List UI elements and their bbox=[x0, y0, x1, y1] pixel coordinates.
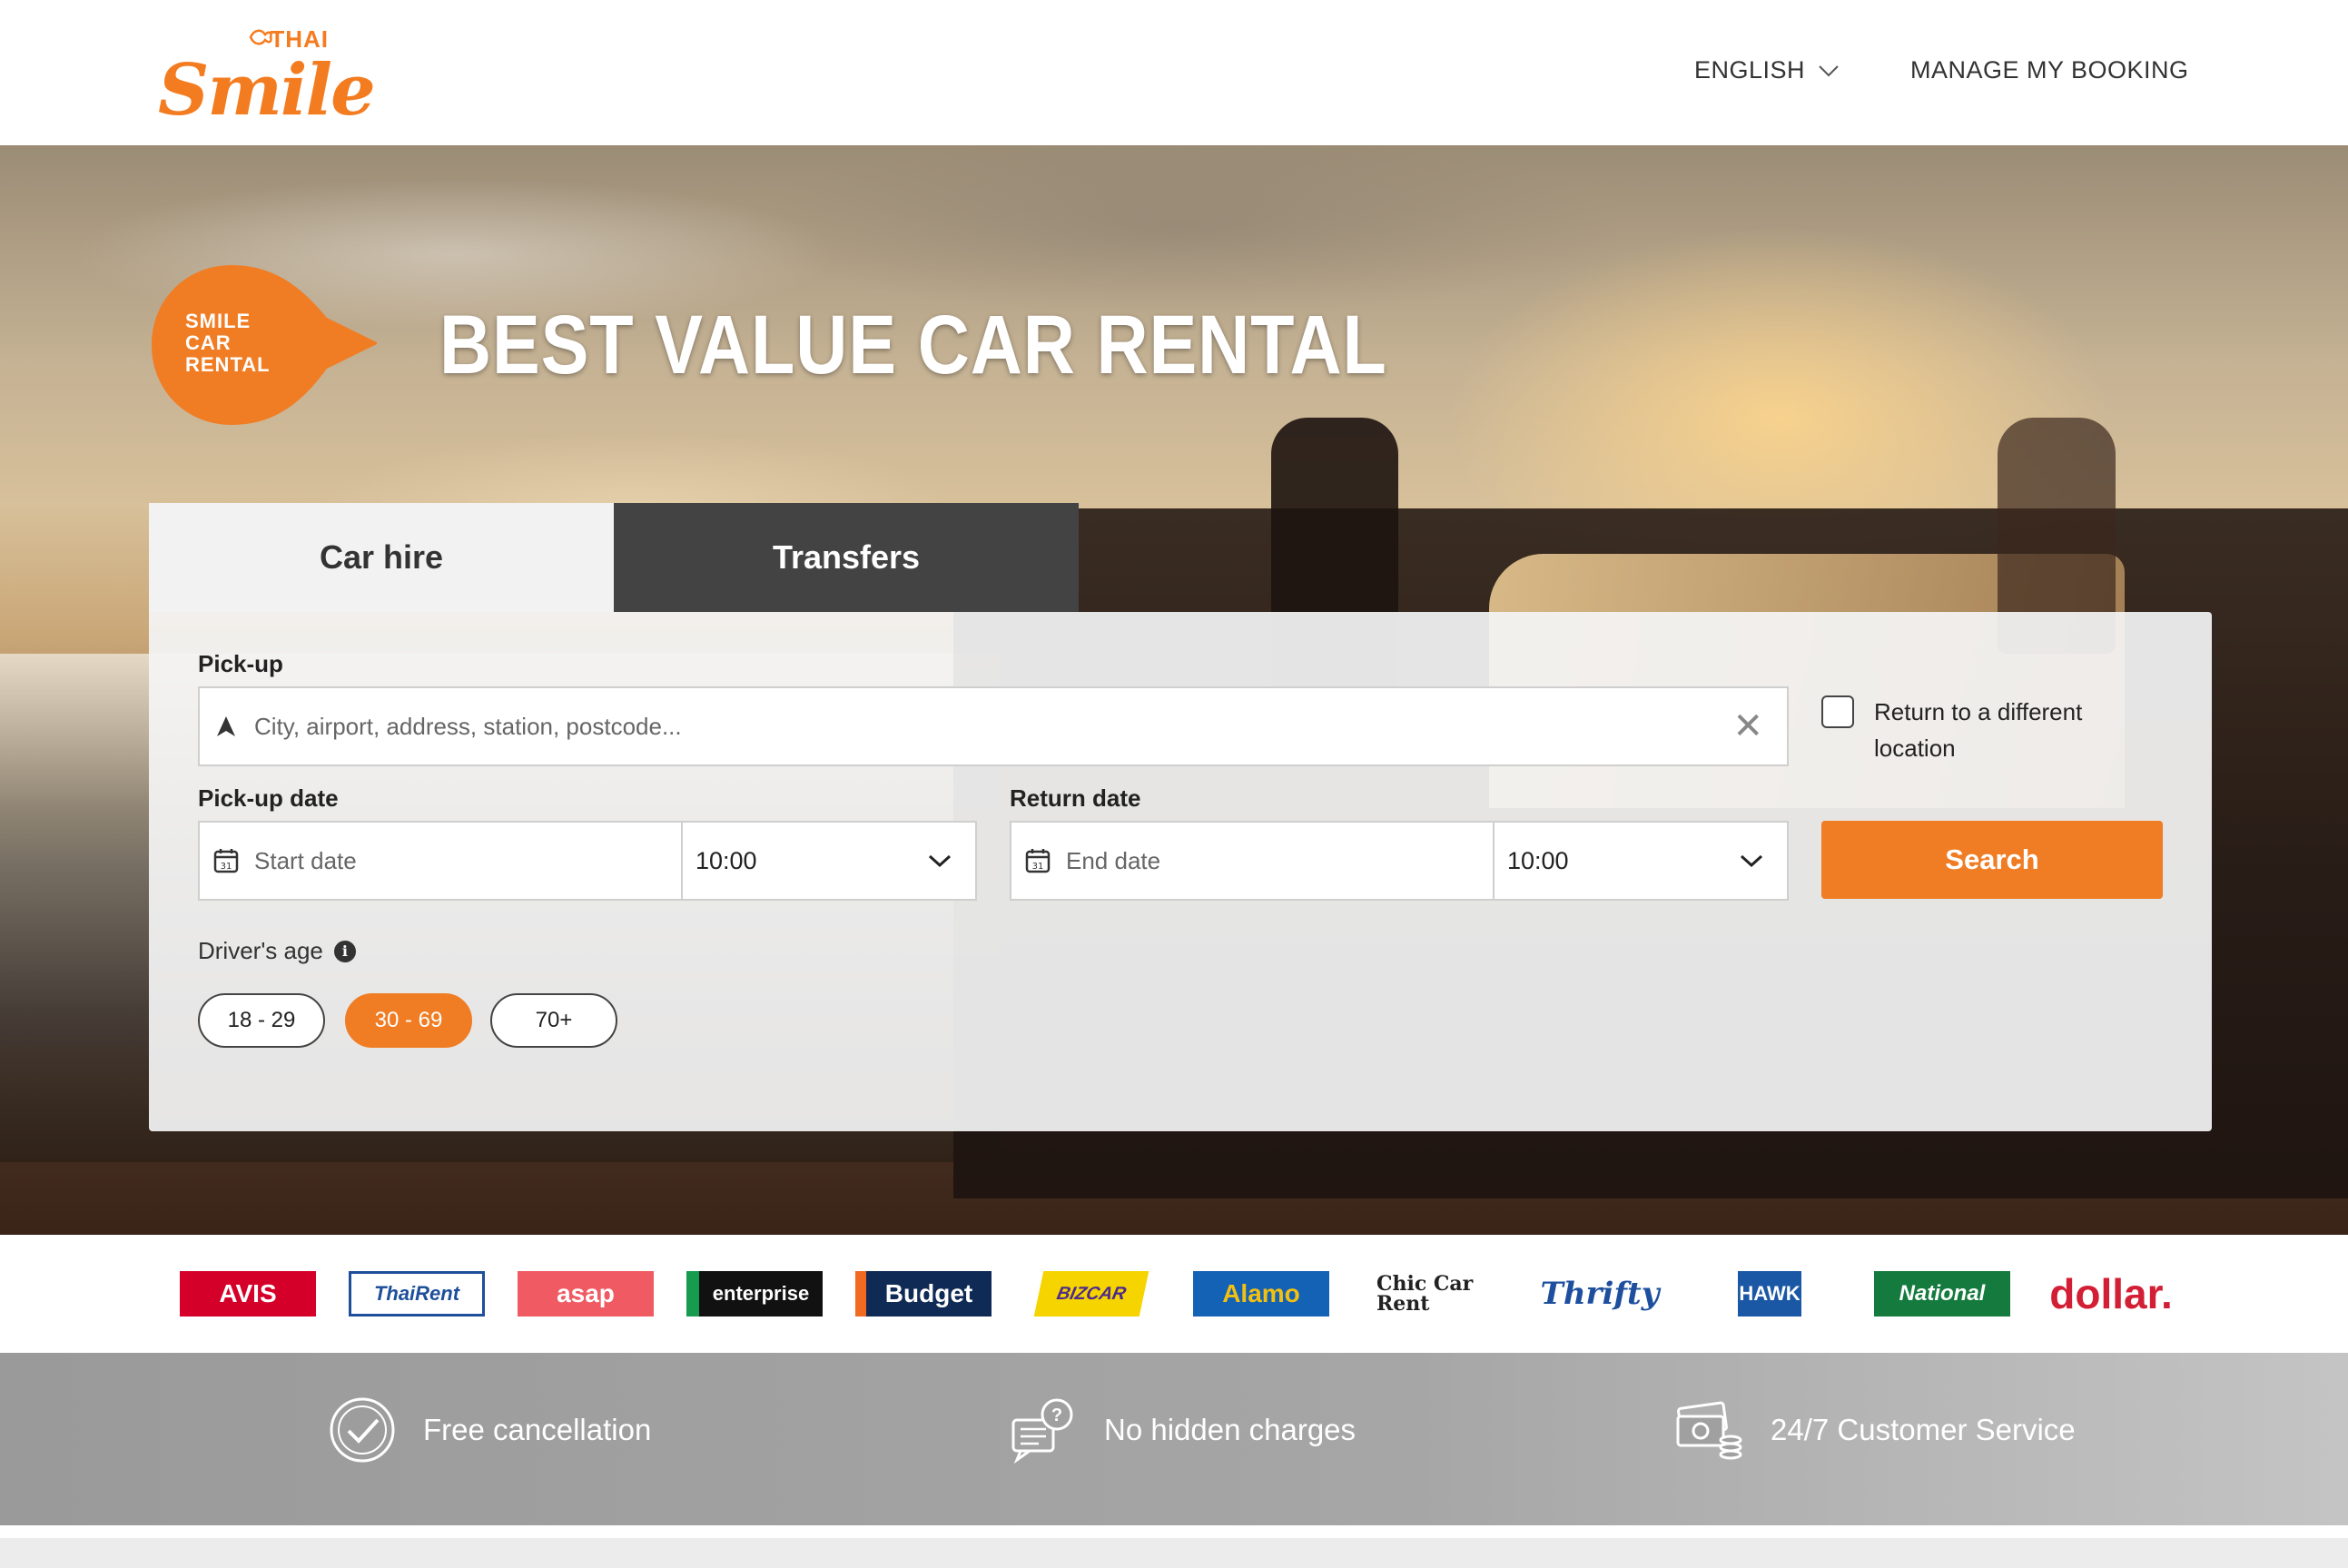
chevron-down-icon bbox=[1819, 64, 1839, 76]
thai-smile-logo[interactable]: THAI Smile bbox=[158, 22, 376, 132]
pickup-placeholder: City, airport, address, station, postcod… bbox=[254, 712, 682, 740]
feature-no-hidden-charges: ? No hidden charges bbox=[1010, 1396, 1356, 1464]
bottom-strip-band bbox=[0, 1538, 2348, 1568]
pickup-date-input[interactable]: 31 Start date bbox=[198, 821, 683, 901]
calendar-icon: 31 bbox=[1024, 847, 1051, 874]
brand-dollar-logo: dollar. bbox=[2049, 1270, 2173, 1317]
pickup-date-placeholder: Start date bbox=[254, 846, 357, 874]
location-arrow-icon bbox=[212, 713, 240, 740]
logo-smile-text: Smile bbox=[158, 49, 376, 132]
brand-chic-car-rent-logo: Chic Car Rent bbox=[1376, 1272, 1474, 1316]
chevron-down-icon bbox=[928, 854, 952, 868]
svg-text:?: ? bbox=[1051, 1405, 1062, 1425]
money-stack-icon bbox=[1676, 1396, 1743, 1464]
badge-line-2: CAR bbox=[185, 331, 232, 354]
tab-car-hire[interactable]: Car hire bbox=[149, 503, 614, 612]
brand-bizcar-logo: BIZCAR bbox=[1033, 1271, 1149, 1317]
badge-line-3: RENTAL bbox=[185, 353, 271, 376]
bottom-strip bbox=[0, 1525, 2348, 1568]
age-option-70-plus[interactable]: 70+ bbox=[490, 993, 617, 1048]
info-icon[interactable]: i bbox=[333, 940, 356, 962]
return-date-placeholder: End date bbox=[1066, 846, 1161, 874]
feature-label: Free cancellation bbox=[423, 1413, 652, 1446]
driver-age-label: Driver's age i bbox=[198, 937, 356, 965]
pickup-date-label: Pick-up date bbox=[198, 784, 339, 812]
pickup-time-value: 10:00 bbox=[696, 846, 757, 874]
chevron-down-icon bbox=[1740, 854, 1763, 868]
brand-thairent-logo: ThaiRent bbox=[349, 1271, 485, 1317]
feature-free-cancellation: Free cancellation bbox=[329, 1396, 651, 1464]
brand-enterprise-logo: enterprise bbox=[686, 1271, 823, 1317]
age-option-30-69[interactable]: 30 - 69 bbox=[345, 993, 472, 1048]
svg-text:31: 31 bbox=[1032, 862, 1044, 872]
brand-alamo-logo: Alamo bbox=[1193, 1271, 1329, 1317]
pickup-label: Pick-up bbox=[198, 650, 283, 677]
badge-line-1: SMILE bbox=[185, 310, 252, 332]
hero-title: BEST VALUE CAR RENTAL bbox=[439, 299, 1387, 391]
return-time-value: 10:00 bbox=[1507, 846, 1569, 874]
feature-customer-service: 24/7 Customer Service bbox=[1676, 1396, 2076, 1464]
clear-icon[interactable]: ✕ bbox=[1732, 708, 1763, 745]
pickup-time-select[interactable]: 10:00 bbox=[681, 821, 977, 901]
search-button[interactable]: Search bbox=[1821, 821, 2163, 899]
features-bar: Free cancellation ? No hidden charges 24… bbox=[0, 1353, 2348, 1525]
language-label: ENGLISH bbox=[1694, 56, 1806, 84]
brand-hawk-logo: HAWK bbox=[1738, 1271, 1801, 1317]
brand-asap-logo: asap bbox=[518, 1271, 654, 1317]
check-circle-icon bbox=[329, 1396, 396, 1464]
return-date-input[interactable]: 31 End date bbox=[1010, 821, 1495, 901]
feature-label: No hidden charges bbox=[1104, 1413, 1357, 1446]
return-different-checkbox[interactable] bbox=[1821, 695, 1854, 728]
brand-budget-logo: Budget bbox=[855, 1271, 991, 1317]
brand-avis-logo: AVIS bbox=[180, 1271, 316, 1317]
pickup-location-input[interactable]: City, airport, address, station, postcod… bbox=[198, 686, 1789, 766]
svg-text:31: 31 bbox=[221, 862, 232, 872]
driver-age-text: Driver's age bbox=[198, 937, 323, 964]
language-selector[interactable]: ENGLISH bbox=[1694, 56, 1840, 84]
calendar-icon: 31 bbox=[212, 847, 240, 874]
manage-booking-link[interactable]: MANAGE MY BOOKING bbox=[1910, 56, 2189, 84]
tab-transfers[interactable]: Transfers bbox=[614, 503, 1079, 612]
brand-logos-bar: AVIS ThaiRent asap enterprise Budget BIZ… bbox=[0, 1235, 2348, 1353]
return-date-label: Return date bbox=[1010, 784, 1141, 812]
brand-national-logo: National bbox=[1874, 1271, 2010, 1317]
brand-thrifty-logo: Thrifty bbox=[1540, 1276, 1660, 1312]
feature-label: 24/7 Customer Service bbox=[1771, 1413, 2076, 1446]
age-option-18-29[interactable]: 18 - 29 bbox=[198, 993, 325, 1048]
site-header: THAI Smile ENGLISH MANAGE MY BOOKING bbox=[0, 0, 2348, 145]
badge-text: SMILE CAR RENTAL bbox=[185, 311, 271, 376]
return-time-select[interactable]: 10:00 bbox=[1493, 821, 1789, 901]
thai-orchid-icon bbox=[249, 29, 272, 45]
question-chat-icon: ? bbox=[1010, 1396, 1077, 1464]
return-different-label[interactable]: Return to a different location bbox=[1874, 694, 2146, 766]
